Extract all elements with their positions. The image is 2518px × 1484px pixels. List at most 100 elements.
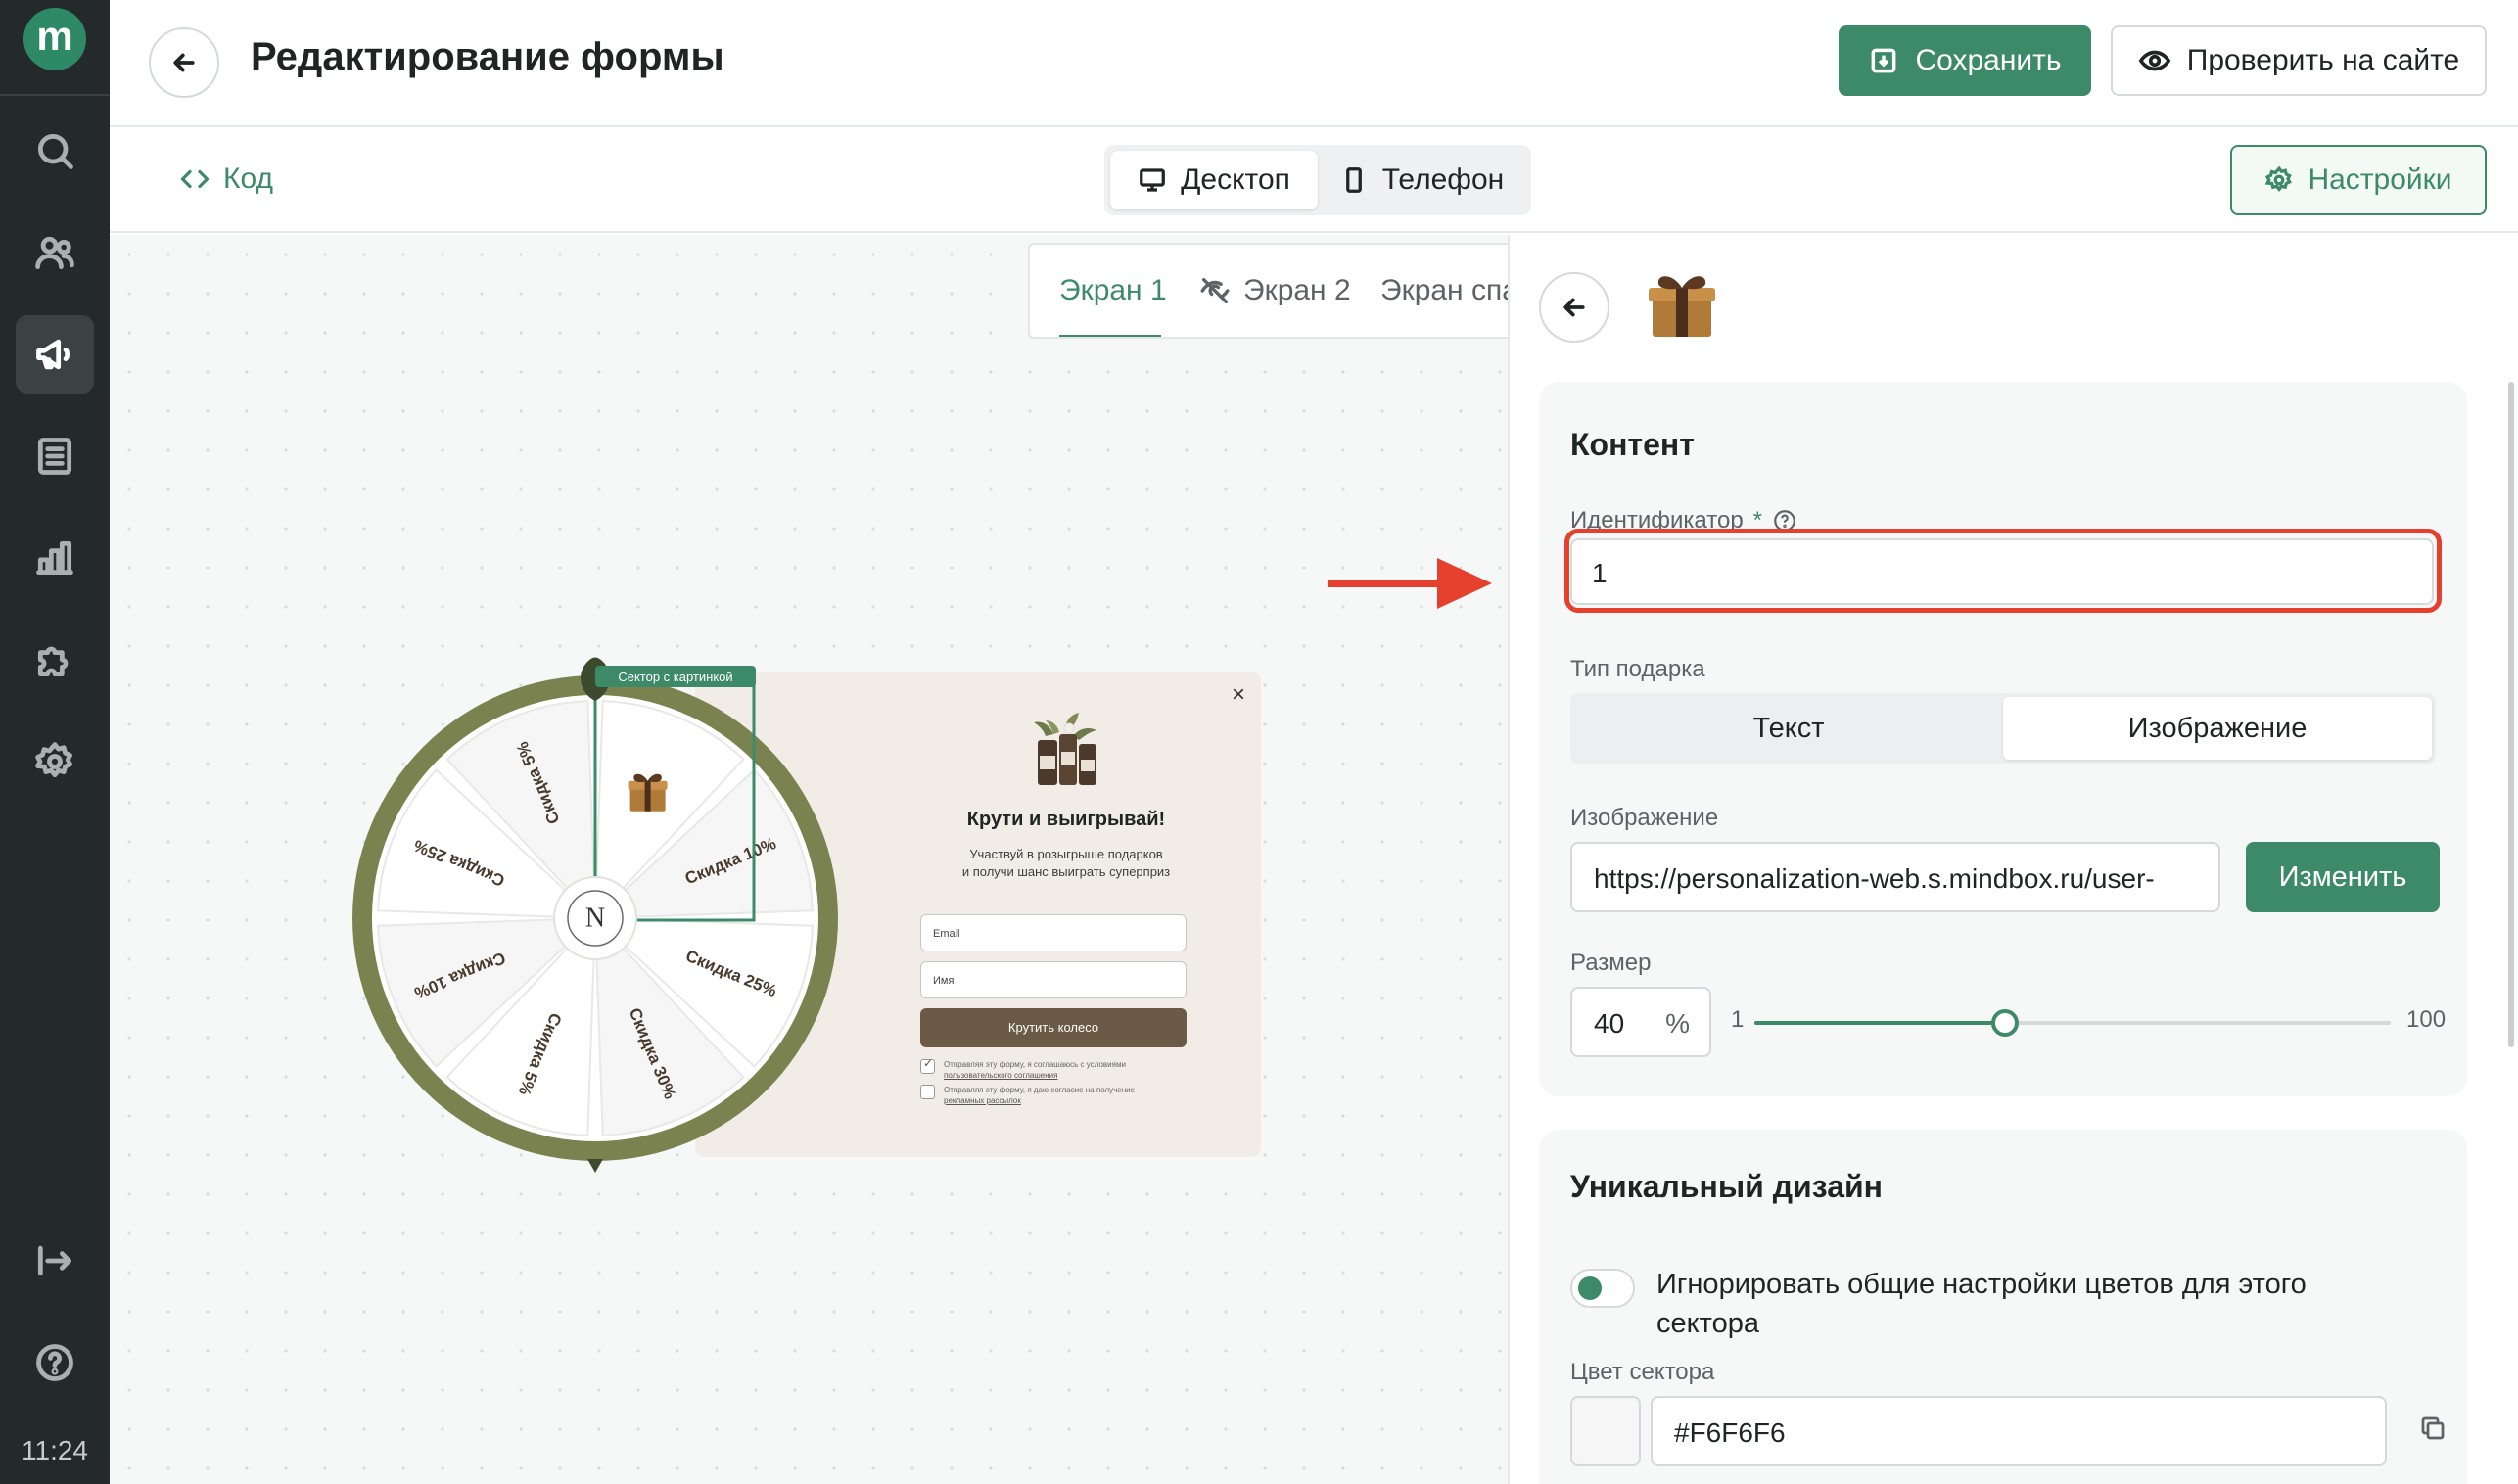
sector-color-field[interactable]: #F6F6F6 — [1651, 1396, 2387, 1466]
sidebar-help-button[interactable] — [16, 1323, 94, 1402]
size-slider-handle[interactable] — [1991, 1009, 2020, 1037]
consent-ads-link[interactable]: рекламных рассылок — [944, 1096, 1021, 1105]
tab-screen-1[interactable]: Экран 1 — [1059, 274, 1167, 307]
fortune-wheel[interactable]: Скидка 10%Скидка 25%Скидка 30%Скидка 5%С… — [341, 654, 850, 1202]
collapse-icon — [37, 1245, 72, 1276]
popup-email-field[interactable]: Email — [920, 914, 1187, 951]
gift-type-text-option[interactable]: Текст — [1574, 697, 2003, 760]
gift-type-label: Тип подарка — [1570, 656, 1705, 682]
sidebar-item-forms[interactable] — [16, 417, 94, 495]
app-logo[interactable]: m — [23, 8, 86, 70]
image-label: Изображение — [1570, 805, 1719, 831]
popup-spin-button[interactable]: Крутить колесо — [920, 1008, 1187, 1047]
copy-icon[interactable] — [2418, 1414, 2448, 1443]
check-button-label: Проверить на сайте — [2186, 44, 2460, 76]
toggle-knob — [1578, 1276, 1602, 1300]
slider-min-label: 1 — [1731, 1006, 1745, 1033]
monitor-icon — [1140, 168, 1165, 192]
sector-settings-panel: Контент Идентификатор * 1 Тип подарка Те… — [1508, 235, 2518, 1484]
consent-terms-link[interactable]: пользовательского соглашения — [944, 1071, 1057, 1080]
tab-screen-2[interactable]: Экран 2 — [1198, 274, 1351, 307]
size-unit: % — [1665, 1008, 1690, 1039]
sidebar-divider — [0, 94, 110, 96]
bar-chart-icon — [36, 540, 73, 576]
sidebar-item-customers[interactable] — [16, 213, 94, 292]
sidebar-item-campaigns[interactable] — [16, 315, 94, 394]
popup-close-icon[interactable]: × — [1232, 681, 1245, 709]
tab-phone-label: Телефон — [1381, 163, 1505, 196]
content-title: Контент — [1570, 427, 1695, 462]
puzzle-icon — [37, 646, 69, 677]
sector-color-label: Цвет сектора — [1570, 1359, 1715, 1385]
search-icon — [37, 133, 73, 169]
panel-scrollbar[interactable] — [2508, 382, 2514, 1047]
content-card: Контент Идентификатор * 1 Тип подарка Те… — [1539, 382, 2467, 1096]
size-value: 40 — [1594, 1008, 1625, 1039]
checkbox-unchecked[interactable] — [920, 1085, 935, 1099]
save-button[interactable]: Сохранить — [1839, 25, 2091, 96]
active-tab-indicator — [1059, 335, 1161, 337]
gear-icon — [2264, 165, 2293, 192]
eye-icon — [2138, 50, 2171, 71]
ignore-colors-toggle[interactable] — [1570, 1269, 1635, 1308]
size-field[interactable]: 40 % — [1570, 987, 1711, 1057]
sidebar: m 11:24 — [0, 0, 110, 1484]
panel-back-button[interactable] — [1539, 272, 1609, 343]
wheel-center-letter: N — [585, 903, 605, 933]
popup-name-field[interactable]: Имя — [920, 961, 1187, 998]
change-image-button[interactable]: Изменить — [2246, 842, 2440, 912]
ignore-colors-label: Игнорировать общие настройки цветов для … — [1656, 1269, 2307, 1339]
wheel-bottom-marker — [587, 1159, 603, 1173]
page-title: Редактирование формы — [251, 35, 724, 78]
tab-screen-3[interactable]: Экран спа — [1380, 274, 1508, 307]
gift-icon — [1649, 276, 1715, 337]
consent-ads-text: Отправляя эту форму, я даю согласие на п… — [944, 1086, 1136, 1094]
users-icon — [35, 236, 74, 270]
tab-desktop[interactable]: Десктоп — [1110, 151, 1318, 209]
unique-design-title: Уникальный дизайн — [1570, 1169, 1883, 1204]
check-on-site-button[interactable]: Проверить на сайте — [2111, 25, 2487, 96]
editor-canvas[interactable]: Экран 1 Экран 2 Экран спа × Крути и выиг… — [110, 235, 1508, 1484]
eye-off-icon — [1200, 277, 1230, 304]
annotation-arrow — [1328, 558, 1492, 609]
code-link-label: Код — [223, 162, 274, 195]
settings-button[interactable]: Настройки — [2230, 145, 2487, 215]
annotation-highlight-box — [1564, 529, 2442, 613]
tab-desktop-label: Десктоп — [1181, 163, 1290, 196]
image-url-field[interactable]: https://personalization-web.s.mindbox.ru… — [1570, 842, 2220, 912]
editor-toolbar: Код Десктоп Телефон Настройки — [110, 129, 2518, 233]
sidebar-collapse-button[interactable] — [16, 1222, 94, 1300]
popup-consent-ads[interactable]: Отправляя эту форму, я даю согласие на п… — [920, 1085, 1175, 1106]
back-button[interactable] — [149, 27, 219, 98]
code-icon — [180, 169, 210, 189]
help-icon — [36, 1344, 73, 1381]
sector-color-swatch[interactable] — [1570, 1396, 1641, 1466]
tab-screen-1-label: Экран 1 — [1059, 274, 1167, 306]
products-image — [1034, 713, 1096, 785]
popup-consent-terms[interactable]: ✓ Отправляя эту форму, я соглашаюсь с ус… — [920, 1057, 1175, 1081]
save-button-label: Сохранить — [1915, 44, 2062, 76]
tab-phone[interactable]: Телефон — [1318, 151, 1525, 209]
gift-type-switch: Текст Изображение — [1570, 693, 2436, 764]
arrow-left-icon — [1563, 298, 1585, 317]
megaphone-icon — [36, 339, 70, 370]
code-link[interactable]: Код — [180, 162, 273, 196]
size-slider-fill — [1754, 1021, 2006, 1025]
gear-icon — [35, 742, 72, 778]
header: Редактирование формы Сохранить Проверить… — [110, 0, 2518, 127]
sidebar-item-analytics[interactable] — [16, 519, 94, 597]
tab-screen-2-label: Экран 2 — [1243, 274, 1351, 306]
tab-screen-3-label: Экран спа — [1380, 274, 1508, 306]
arrow-left-icon — [173, 53, 195, 72]
size-label: Размер — [1570, 950, 1652, 976]
sidebar-item-search[interactable] — [16, 112, 94, 190]
gift-type-image-option[interactable]: Изображение — [2003, 697, 2432, 760]
settings-button-label: Настройки — [2308, 163, 2452, 196]
phone-icon — [1345, 167, 1362, 193]
sidebar-item-integrations[interactable] — [16, 621, 94, 699]
device-switch: Десктоп Телефон — [1104, 145, 1531, 215]
size-slider[interactable] — [1754, 1009, 2391, 1037]
checkbox-checked[interactable]: ✓ — [920, 1057, 935, 1074]
sidebar-item-settings[interactable] — [16, 722, 94, 801]
slider-max-label: 100 — [2406, 1006, 2447, 1033]
